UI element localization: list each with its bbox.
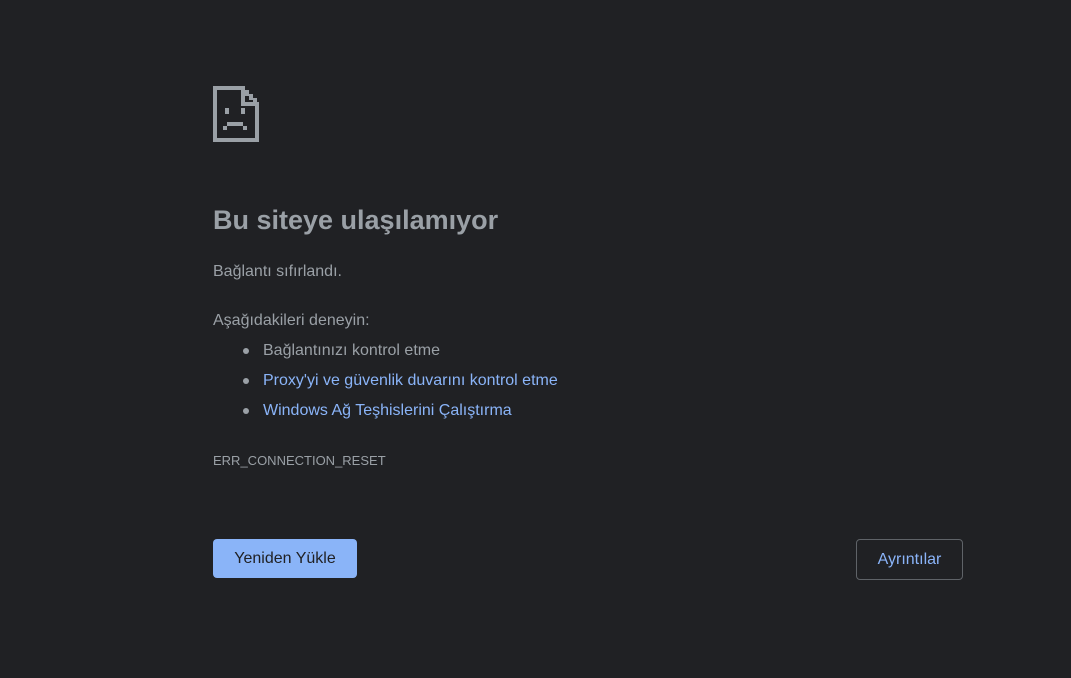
bullet-icon bbox=[243, 408, 249, 414]
sad-document-icon bbox=[213, 86, 259, 142]
suggestion-label: Bağlantınızı kontrol etme bbox=[263, 342, 440, 359]
error-summary: Bağlantı sıfırlandı. bbox=[213, 263, 342, 280]
suggestion-check-connection: Bağlantınızı kontrol etme bbox=[213, 340, 558, 370]
details-button[interactable]: Ayrıntılar bbox=[856, 539, 963, 580]
bullet-icon bbox=[243, 378, 249, 384]
error-page: Bu siteye ulaşılamıyor Bağlantı sıfırlan… bbox=[213, 0, 963, 678]
page-title: Bu siteye ulaşılamıyor bbox=[213, 205, 499, 235]
suggestion-check-proxy-firewall: Proxy'yi ve güvenlik duvarını kontrol et… bbox=[213, 370, 558, 400]
run-network-diagnostics-link[interactable]: Windows Ağ Teşhislerini Çalıştırma bbox=[263, 402, 512, 419]
suggestion-run-network-diagnostics: Windows Ağ Teşhislerini Çalıştırma bbox=[213, 400, 558, 430]
suggestions-heading: Aşağıdakileri deneyin: bbox=[213, 312, 370, 329]
reload-button[interactable]: Yeniden Yükle bbox=[213, 539, 357, 578]
check-proxy-firewall-link[interactable]: Proxy'yi ve güvenlik duvarını kontrol et… bbox=[263, 372, 558, 389]
suggestions-list: Bağlantınızı kontrol etme Proxy'yi ve gü… bbox=[213, 340, 558, 430]
error-code: ERR_CONNECTION_RESET bbox=[213, 453, 386, 468]
bullet-icon bbox=[243, 348, 249, 354]
